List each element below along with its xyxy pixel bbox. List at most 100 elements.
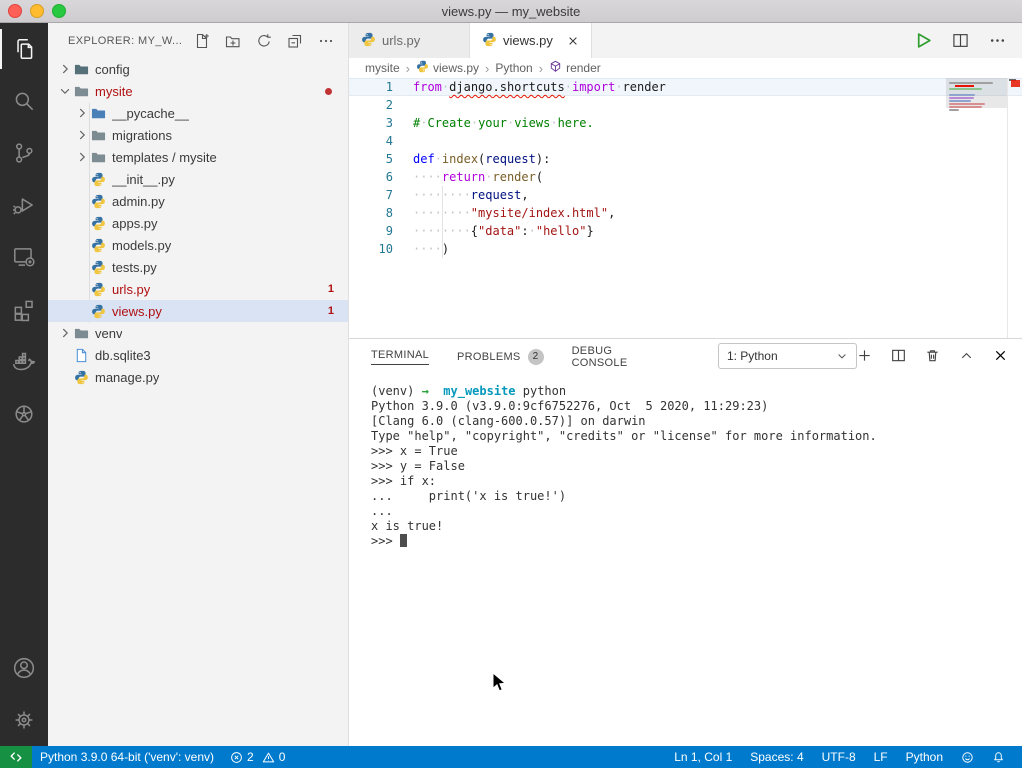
collapse-folders-icon[interactable] [287, 33, 303, 49]
feedback-icon[interactable] [952, 746, 983, 768]
tab-problems[interactable]: PROBLEMS 2 [457, 340, 544, 372]
breadcrumb-item-mysite[interactable]: mysite [365, 61, 400, 75]
run-file-button[interactable] [915, 32, 932, 49]
line-number: 2 [349, 96, 393, 114]
activity-bar-item-settings[interactable] [0, 694, 48, 746]
tree-item-manage-py[interactable]: manage.py [48, 366, 348, 388]
error-icon [230, 751, 243, 764]
language-mode-status[interactable]: Python [897, 746, 952, 768]
problems-count-badge: 1 [328, 305, 334, 317]
tree-item-admin-py[interactable]: admin.py [48, 190, 348, 212]
eol-status[interactable]: LF [865, 746, 897, 768]
chevron-right-icon[interactable] [74, 105, 90, 121]
terminal-line: Type "help", "copyright", "credits" or "… [371, 429, 1022, 444]
tree-item-label: manage.py [95, 370, 159, 385]
chevron-right-icon[interactable] [74, 127, 90, 143]
split-editor-icon[interactable] [952, 32, 969, 49]
breadcrumb-item-render[interactable]: render [549, 60, 601, 76]
tree-item-mysite[interactable]: mysite [48, 80, 348, 102]
activity-bar-item-run-debug[interactable] [0, 179, 48, 231]
tree-item-pycache[interactable]: __pycache__ [48, 102, 348, 124]
activity-bar-item-remote-explorer[interactable] [0, 231, 48, 283]
code-line-3[interactable]: 3#·Create·your·views·here. [349, 114, 1022, 132]
breadcrumb: mysite › views.py › Python › render [349, 58, 1022, 78]
tree-item-db-sqlite3[interactable]: db.sqlite3 [48, 344, 348, 366]
close-tab-icon[interactable] [567, 35, 579, 47]
code-line-9[interactable]: 9········{"data":·"hello"} [349, 222, 1022, 240]
line-number: 4 [349, 132, 393, 150]
tree-item-config[interactable]: config [48, 58, 348, 80]
remote-indicator[interactable] [0, 746, 32, 768]
cursor-position-status[interactable]: Ln 1, Col 1 [665, 746, 741, 768]
more-actions-icon[interactable] [989, 32, 1006, 49]
minimap-line [949, 94, 975, 96]
new-file-icon[interactable] [194, 33, 210, 49]
notifications-bell-icon[interactable] [983, 746, 1014, 768]
problems-status[interactable]: 2 0 [222, 746, 293, 768]
tab-terminal[interactable]: TERMINAL [371, 340, 429, 372]
tree-item-apps-py[interactable]: apps.py [48, 212, 348, 234]
tree-item-venv[interactable]: venv [48, 322, 348, 344]
minimize-window-button[interactable] [30, 4, 44, 18]
code-editor[interactable]: 1from·django.shortcuts·import·render23#·… [349, 78, 1022, 338]
more-actions-icon[interactable] [318, 33, 334, 49]
tree-item-init-py[interactable]: __init__.py [48, 168, 348, 190]
terminal-output[interactable]: (venv) → my_website pythonPython 3.9.0 (… [349, 372, 1022, 746]
chevron-right-icon[interactable] [57, 61, 73, 77]
code-line-5[interactable]: 5def·index(request): [349, 150, 1022, 168]
activity-bar-item-search[interactable] [0, 75, 48, 127]
tree-item-urls-py[interactable]: urls.py1 [48, 278, 348, 300]
activity-bar-item-kubernetes[interactable] [0, 387, 48, 439]
minimap-line [949, 97, 974, 99]
code-line-2[interactable]: 2 [349, 96, 1022, 114]
activity-bar-item-explorer[interactable] [0, 23, 48, 75]
line-number: 3 [349, 114, 393, 132]
close-window-button[interactable] [8, 4, 22, 18]
split-terminal-icon[interactable] [891, 348, 906, 363]
kill-terminal-icon[interactable] [925, 348, 940, 363]
tab-debug-console[interactable]: DEBUG CONSOLE [572, 336, 658, 376]
minimap[interactable] [946, 78, 1008, 338]
tree-item-tests-py[interactable]: tests.py [48, 256, 348, 278]
code-line-8[interactable]: 8········"mysite/index.html", [349, 204, 1022, 222]
code-line-1[interactable]: 1from·django.shortcuts·import·render [349, 78, 1022, 96]
tree-item-templates-mysite[interactable]: templates / mysite [48, 146, 348, 168]
activity-bar-item-source-control[interactable] [0, 127, 48, 179]
panel-actions [857, 348, 1008, 363]
terminal-cursor [400, 534, 407, 547]
chevron-spacer [74, 259, 90, 275]
breadcrumb-item-views-py[interactable]: views.py [416, 60, 479, 76]
breadcrumb-item-python[interactable]: Python [495, 61, 532, 75]
code-line-4[interactable]: 4 [349, 132, 1022, 150]
tree-item-views-py[interactable]: views.py1 [48, 300, 348, 322]
tree-item-label: __pycache__ [112, 106, 189, 121]
code-line-6[interactable]: 6····return·render( [349, 168, 1022, 186]
chevron-right-icon[interactable] [57, 325, 73, 341]
chevron-down-icon[interactable] [57, 83, 73, 99]
tree-item-migrations[interactable]: migrations [48, 124, 348, 146]
chevron-spacer [57, 347, 73, 363]
chevron-right-icon[interactable] [74, 149, 90, 165]
tab-urls-py[interactable]: urls.py [349, 23, 470, 58]
maximize-panel-icon[interactable] [959, 348, 974, 363]
chevron-spacer [74, 237, 90, 253]
activity-bar-item-docker[interactable] [0, 335, 48, 387]
terminal-selector-dropdown[interactable]: 1: Python [718, 343, 857, 369]
new-folder-icon[interactable] [225, 33, 241, 49]
zoom-window-button[interactable] [52, 4, 66, 18]
new-terminal-icon[interactable] [857, 348, 872, 363]
code-line-7[interactable]: 7········request, [349, 186, 1022, 204]
tree-item-models-py[interactable]: models.py [48, 234, 348, 256]
folder-icon [73, 83, 90, 99]
python-interpreter-status[interactable]: Python 3.9.0 64-bit ('venv': venv) [32, 746, 222, 768]
activity-bar-item-extensions[interactable] [0, 283, 48, 335]
window-title: views.py — my_website [442, 4, 581, 19]
activity-bar-item-account[interactable] [0, 642, 48, 694]
tree-item-label: models.py [112, 238, 171, 253]
close-panel-icon[interactable] [993, 348, 1008, 363]
encoding-status[interactable]: UTF-8 [813, 746, 865, 768]
tab-views-py[interactable]: views.py [470, 23, 592, 58]
refresh-explorer-icon[interactable] [256, 33, 272, 49]
indentation-status[interactable]: Spaces: 4 [741, 746, 812, 768]
code-line-10[interactable]: 10····) [349, 240, 1022, 258]
